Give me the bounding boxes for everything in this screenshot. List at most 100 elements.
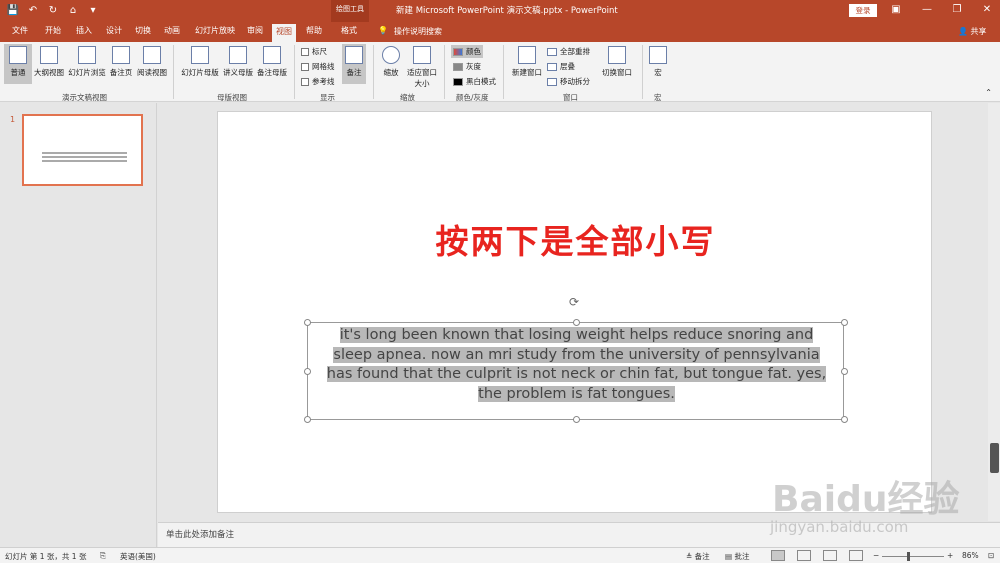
- slide-title[interactable]: 按两下是全部小写: [218, 215, 933, 263]
- tab-format[interactable]: 格式: [341, 25, 357, 36]
- color-mode-label: 颜色: [466, 47, 481, 56]
- slideshow-status-button[interactable]: [849, 550, 863, 561]
- move-split-button[interactable]: 移动拆分: [547, 76, 590, 87]
- reading-view-button[interactable]: 阅读视图: [135, 44, 169, 84]
- minimize-icon[interactable]: —: [920, 2, 934, 18]
- grayscale-label: 灰度: [466, 62, 481, 71]
- format-painter-icon[interactable]: ⌂: [66, 3, 80, 17]
- notes-pane-icon: [345, 46, 363, 64]
- ruler-checkbox[interactable]: 标尺: [301, 46, 327, 57]
- normal-view-button[interactable]: 普通: [4, 44, 32, 84]
- tab-transitions[interactable]: 切换: [135, 25, 151, 36]
- window-group-label: 窗口: [563, 93, 578, 102]
- vertical-scrollbar[interactable]: [988, 103, 1000, 521]
- language-indicator[interactable]: 英语(美国): [120, 551, 156, 562]
- tell-me-search[interactable]: 💡 操作说明搜索: [378, 26, 442, 37]
- quick-access-toolbar: 💾 ↶ ↻ ⌂ ▾: [6, 3, 100, 17]
- close-icon[interactable]: ✕: [980, 2, 994, 18]
- grayscale-button[interactable]: 灰度: [453, 61, 481, 72]
- notes-page-button[interactable]: 备注页: [108, 44, 134, 84]
- watermark-url: jingyan.baidu.com: [770, 518, 909, 536]
- black-white-button[interactable]: 黑白模式: [453, 76, 496, 87]
- undo-icon[interactable]: ↶: [26, 3, 40, 17]
- show-group-label: 显示: [320, 93, 335, 102]
- fit-slide-icon[interactable]: ⊡: [988, 551, 994, 560]
- zoom-slider-knob[interactable]: [907, 552, 910, 561]
- tab-home[interactable]: 开始: [45, 25, 61, 36]
- zoom-slider[interactable]: [882, 556, 944, 557]
- resize-handle[interactable]: [304, 368, 311, 375]
- fit-to-window-button[interactable]: 适应窗口大小: [404, 44, 440, 88]
- resize-handle[interactable]: [573, 416, 580, 423]
- new-window-icon: [518, 46, 536, 64]
- share-button[interactable]: 👤 共享: [958, 26, 987, 37]
- gridlines-checkbox[interactable]: 网格线: [301, 61, 335, 72]
- guides-checkbox[interactable]: 参考线: [301, 76, 335, 87]
- cascade-button[interactable]: 层叠: [547, 61, 575, 72]
- slide-count: 幻灯片 第 1 张，共 1 张: [5, 552, 87, 561]
- spellcheck-icon[interactable]: ⎘: [100, 551, 106, 561]
- sorter-view-status-button[interactable]: [797, 550, 811, 561]
- slide-canvas[interactable]: 按两下是全部小写 ⟳ it's long been known that los…: [217, 111, 932, 513]
- body-line: the problem is fat tongues.: [478, 385, 675, 402]
- selected-text-box[interactable]: it's long been known that losing weight …: [304, 319, 848, 423]
- tab-file[interactable]: 文件: [12, 25, 28, 36]
- tab-review[interactable]: 审阅: [247, 25, 263, 36]
- slide-sorter-button[interactable]: 幻灯片浏览: [66, 44, 108, 84]
- status-bar: 幻灯片 第 1 张，共 1 张 ⎘ 英语(美国) ≜ 备注 ▤ 批注 − + 8…: [0, 547, 1000, 563]
- tab-insert[interactable]: 插入: [76, 25, 92, 36]
- switch-window-button[interactable]: 切换窗口: [600, 44, 634, 84]
- zoom-in-icon[interactable]: +: [947, 551, 953, 560]
- handout-master-button[interactable]: 讲义母版: [221, 44, 255, 84]
- comments-toggle[interactable]: ▤ 批注: [725, 551, 749, 562]
- resize-handle[interactable]: [841, 319, 848, 326]
- slide-thumbnail[interactable]: [22, 114, 143, 186]
- tab-help[interactable]: 帮助: [306, 25, 322, 36]
- customize-qat-icon[interactable]: ▾: [86, 3, 100, 17]
- color-mode-button[interactable]: 颜色: [451, 45, 483, 58]
- body-text[interactable]: it's long been known that losing weight …: [314, 326, 839, 404]
- checkbox-box: [301, 47, 309, 56]
- notes-pane-button[interactable]: 备注: [342, 44, 366, 84]
- restore-icon[interactable]: ❐: [950, 2, 964, 18]
- slide-number: 1: [10, 115, 16, 124]
- outline-view-button[interactable]: 大纲视图: [33, 44, 65, 84]
- arrange-all-button[interactable]: 全部重排: [547, 46, 590, 57]
- zoom-level[interactable]: 86%: [962, 551, 979, 560]
- switch-window-label: 切换窗口: [602, 68, 632, 77]
- tab-animations[interactable]: 动画: [164, 25, 180, 36]
- collapse-ribbon-icon[interactable]: ⌃: [985, 88, 992, 97]
- gray-swatch-icon: [453, 62, 463, 71]
- views-group-label: 演示文稿视图: [62, 93, 107, 102]
- body-line: has found that the culprit is not neck o…: [326, 366, 827, 382]
- slide-master-button[interactable]: 幻灯片母版: [179, 44, 221, 84]
- rotate-handle-icon[interactable]: ⟳: [569, 295, 579, 309]
- resize-handle[interactable]: [304, 416, 311, 423]
- save-icon[interactable]: 💾: [6, 3, 20, 17]
- reading-view-status-button[interactable]: [823, 550, 837, 561]
- ribbon-divider: [173, 45, 174, 99]
- tab-design[interactable]: 设计: [106, 25, 122, 36]
- scrollbar-thumb[interactable]: [990, 443, 999, 473]
- macros-button[interactable]: 宏: [647, 44, 669, 84]
- magnifier-icon: [382, 46, 400, 64]
- zoom-out-icon[interactable]: −: [873, 551, 879, 560]
- normal-view-status-button[interactable]: [771, 550, 785, 561]
- zoom-button[interactable]: 缩放: [380, 44, 402, 84]
- resize-handle[interactable]: [304, 319, 311, 326]
- redo-icon[interactable]: ↻: [46, 3, 60, 17]
- resize-handle[interactable]: [573, 319, 580, 326]
- notes-master-button[interactable]: 备注母版: [255, 44, 289, 84]
- gridlines-label: 网格线: [312, 62, 335, 71]
- body-line: it's long been known that losing weight …: [339, 327, 814, 343]
- login-button[interactable]: 登录: [849, 4, 877, 17]
- notes-toggle[interactable]: ≜ 备注: [686, 551, 710, 562]
- resize-handle[interactable]: [841, 416, 848, 423]
- resize-handle[interactable]: [841, 368, 848, 375]
- ribbon-display-icon[interactable]: ▣: [889, 2, 903, 18]
- new-window-button[interactable]: 新建窗口: [509, 44, 545, 84]
- outline-view-icon: [40, 46, 58, 64]
- tab-view[interactable]: 视图: [272, 24, 296, 42]
- person-icon: 👤: [958, 27, 968, 36]
- tab-slideshow[interactable]: 幻灯片放映: [195, 25, 235, 36]
